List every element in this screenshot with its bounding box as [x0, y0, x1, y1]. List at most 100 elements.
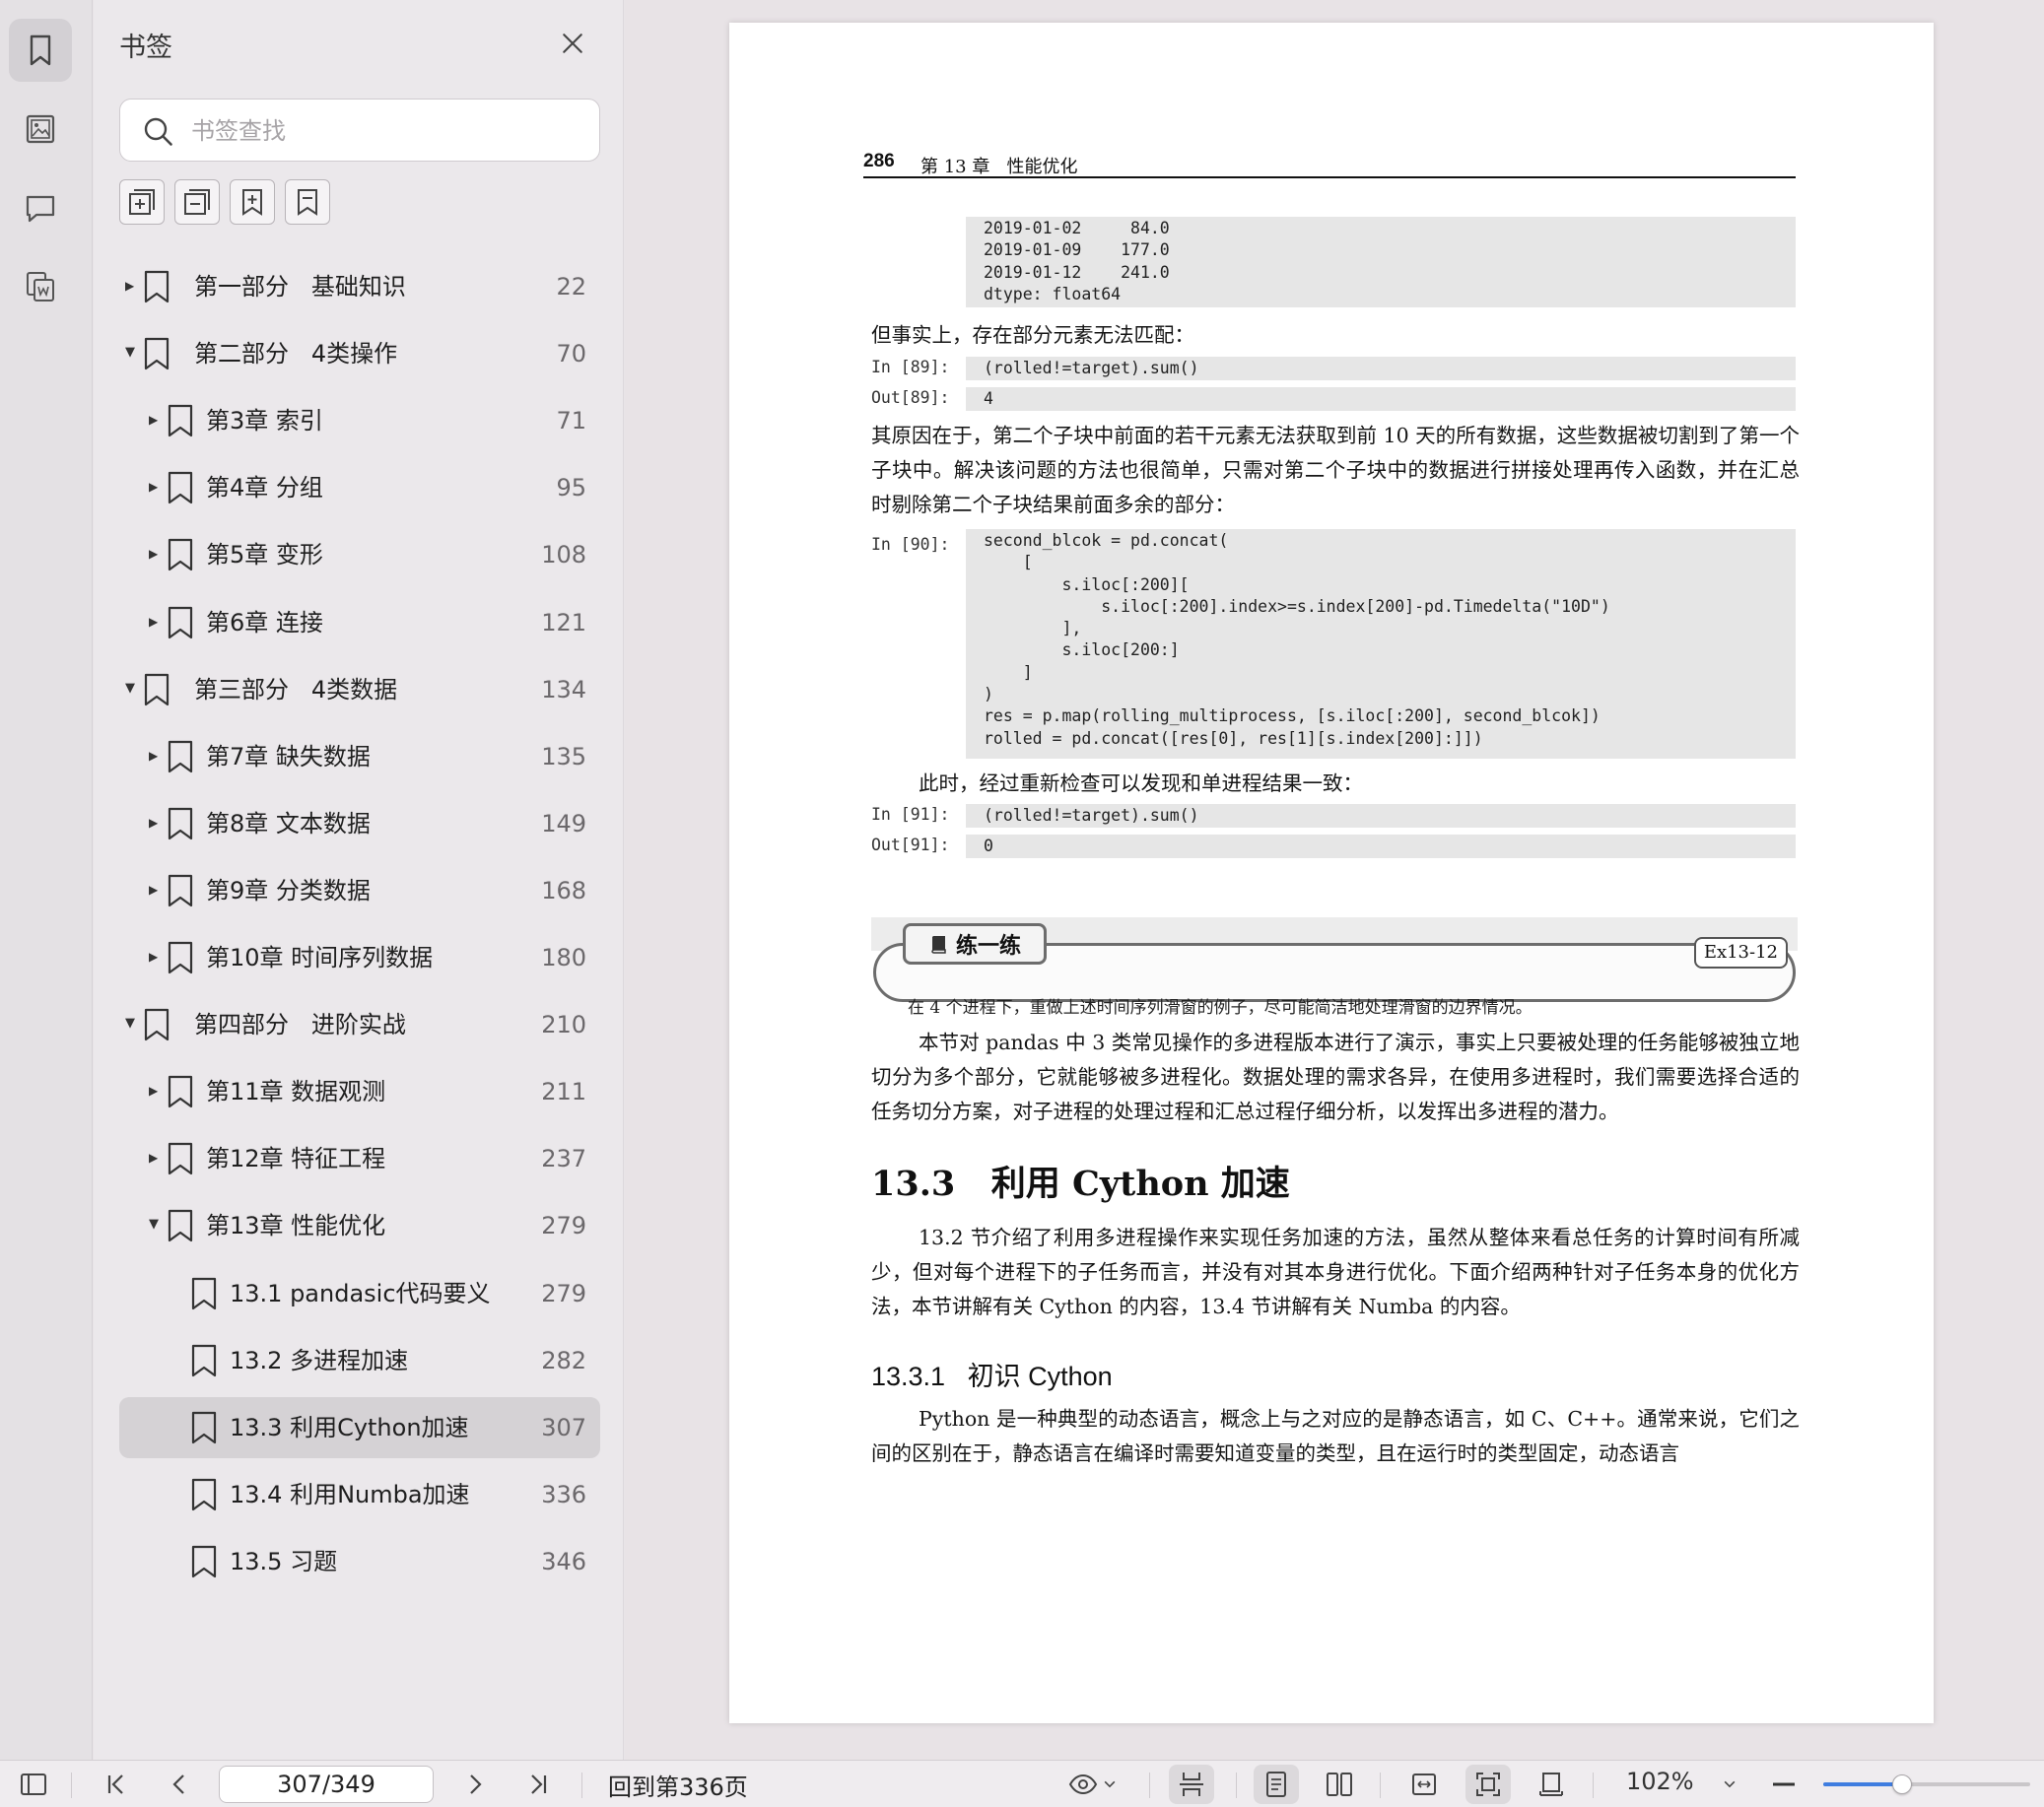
exercise-text: 在 4 个进程下，重做上述时间序列滑窗的例子，尽可能简洁地处理滑窗的边界情况。	[908, 998, 1533, 1018]
bookmark-page-number: 134	[541, 675, 586, 703]
zoom-dropdown-button[interactable]	[1715, 1765, 1744, 1804]
two-page-button[interactable]	[1317, 1765, 1362, 1804]
bookmark-item[interactable]: 13.4 利用Numba加速 336	[119, 1464, 600, 1525]
comment-panel-button[interactable]	[9, 176, 72, 239]
expand-all-button[interactable]	[119, 179, 165, 225]
zoom-slider[interactable]	[1823, 1774, 2030, 1794]
bookmark-item[interactable]: ▶ 第一部分 基础知识 22	[119, 256, 600, 317]
last-page-button[interactable]	[518, 1765, 558, 1804]
chevron-down-icon	[1724, 1780, 1736, 1788]
page-header: 286 第 13 章 性能优化	[863, 151, 1796, 178]
bookmark-icon	[144, 337, 170, 370]
bookmark-item[interactable]: 13.1 pandasic代码要义 279	[119, 1263, 600, 1324]
bookmark-icon	[144, 270, 170, 303]
bookmark-panel-button[interactable]	[9, 19, 72, 82]
bookmark-page-number: 70	[556, 340, 586, 368]
bookmark-page-number: 237	[541, 1145, 586, 1173]
paragraph: 本节对 pandas 中 3 类常见操作的多进程版本进行了演示，事实上只要被处理…	[871, 1031, 1800, 1123]
collapse-arrow-icon[interactable]: ▼	[125, 1012, 139, 1036]
thumbnail-panel-button[interactable]	[9, 98, 72, 161]
next-page-button[interactable]	[455, 1765, 495, 1804]
expand-arrow-icon[interactable]: ▶	[149, 744, 163, 768]
page-number-input[interactable]	[219, 1766, 434, 1803]
collapse-arrow-icon[interactable]: ▼	[125, 677, 139, 701]
chevron-right-icon	[470, 1774, 482, 1794]
expand-arrow-icon[interactable]: ▶	[149, 610, 163, 634]
close-panel-button[interactable]	[557, 28, 588, 59]
expand-arrow-icon[interactable]: ▶	[149, 408, 163, 432]
continuous-scroll-button[interactable]	[1169, 1765, 1214, 1804]
bookmark-page-number: 210	[541, 1011, 586, 1039]
bookmark-item[interactable]: ▶ 第4章 分组 95	[119, 457, 600, 518]
input-prompt: In [91]:	[871, 805, 950, 824]
bookmark-item[interactable]: ▶ 第11章 数据观测 211	[119, 1061, 600, 1122]
zoom-slider-fill	[1823, 1782, 1902, 1786]
zoom-out-button[interactable]	[1764, 1765, 1804, 1804]
expand-arrow-icon[interactable]: ▶	[125, 274, 139, 298]
bookmark-marker-button[interactable]	[285, 179, 330, 225]
view-mode-dropdown[interactable]	[1062, 1765, 1124, 1804]
fit-width-button[interactable]	[1401, 1765, 1447, 1804]
single-page-button[interactable]	[1254, 1765, 1299, 1804]
bookmark-item[interactable]: ▼ 第二部分 4类操作 70	[119, 323, 600, 384]
bookmark-label: 第5章 变形	[206, 541, 323, 569]
bookmark-item[interactable]: ▶ 第9章 分类数据 168	[119, 860, 600, 921]
go-back-link[interactable]: 回到第336页	[608, 1768, 748, 1802]
fit-page-button[interactable]	[1465, 1765, 1511, 1804]
first-page-button[interactable]	[97, 1765, 136, 1804]
expand-arrow-icon[interactable]: ▶	[149, 542, 163, 566]
bottom-toolbar: 回到第336页 102%	[0, 1760, 2044, 1807]
bookmark-item[interactable]: ▶ 第3章 索引 71	[119, 390, 600, 451]
expand-arrow-icon[interactable]: ▶	[149, 1146, 163, 1170]
bookmark-label: 第6章 连接	[206, 608, 323, 636]
input-prompt: In [90]:	[871, 535, 950, 554]
zoom-slider-handle[interactable]	[1891, 1774, 1912, 1794]
bookmark-item[interactable]: ▶ 第12章 特征工程 237	[119, 1128, 600, 1189]
bookmark-item[interactable]: ▼ 第四部分 进阶实战 210	[119, 994, 600, 1055]
paragraph: Python 是一种典型的动态语言，概念上与之对应的是静态语言，如 C、C++。…	[871, 1407, 1800, 1465]
search-icon	[144, 117, 172, 146]
expand-arrow-icon[interactable]: ▶	[149, 475, 163, 499]
bookmark-search-input[interactable]	[191, 109, 585, 153]
bookmark-label: 13.1 pandasic代码要义	[230, 1279, 491, 1307]
toggle-sidebar-button[interactable]	[14, 1765, 53, 1804]
expand-arrow-icon[interactable]: ▶	[149, 811, 163, 835]
bookmark-search-box	[119, 99, 600, 162]
collapse-arrow-icon[interactable]: ▼	[125, 341, 139, 365]
bookmark-item[interactable]: ▶ 第8章 文本数据 149	[119, 793, 600, 854]
bookmark-item[interactable]: 13.3 利用Cython加速 307	[119, 1396, 600, 1458]
previous-page-button[interactable]	[160, 1765, 199, 1804]
bookmark-item[interactable]: 13.5 习题 346	[119, 1531, 600, 1592]
expand-arrow-icon[interactable]: ▶	[149, 1079, 163, 1103]
bookmark-item[interactable]: ▶ 第6章 连接 121	[119, 592, 600, 653]
divider	[1593, 1773, 1594, 1798]
bookmark-label: 第8章 文本数据	[206, 809, 371, 837]
expand-arrow-icon[interactable]: ▶	[149, 945, 163, 969]
bookmark-item[interactable]: ▶ 第7章 缺失数据 135	[119, 726, 600, 787]
zoom-level[interactable]: 102%	[1626, 1768, 1694, 1795]
actual-size-icon	[1539, 1773, 1563, 1796]
add-bookmark-button[interactable]	[230, 179, 275, 225]
actual-size-button[interactable]	[1529, 1765, 1574, 1804]
code-output-block: 2019-01-02 84.0 2019-01-09 177.0 2019-01…	[966, 217, 1796, 307]
bookmark-icon	[168, 807, 193, 839]
expand-arrow-icon[interactable]: ▶	[149, 878, 163, 902]
bookmark-icon	[191, 1478, 217, 1510]
bookmark-page-number: 279	[541, 1212, 586, 1240]
first-page-icon	[107, 1774, 123, 1794]
bookmark-item[interactable]: ▼ 第三部分 4类数据 134	[119, 659, 600, 720]
collapse-arrow-icon[interactable]: ▼	[149, 1213, 163, 1237]
bookmark-icon	[168, 874, 193, 906]
bookmark-page-number: 71	[556, 407, 586, 435]
bookmark-item[interactable]: ▼ 第13章 性能优化 279	[119, 1195, 600, 1256]
paragraph: 13.2 节介绍了利用多进程操作来实现任务加速的方法，虽然从整体来看总任务的计算…	[871, 1226, 1800, 1318]
bookmark-item[interactable]: ▶ 第5章 变形 108	[119, 524, 600, 585]
collapse-all-button[interactable]	[174, 179, 220, 225]
header-chapter: 第 13 章 性能优化	[920, 157, 1078, 177]
document-viewport[interactable]: 286 第 13 章 性能优化 2019-01-02 84.0 2019-01-…	[625, 0, 2044, 1760]
bookmark-panel: 书签 ▶ 第一部分 基础知识 22 ▼ 第二部分 4类操作 70 ▶ 第3章 索引 71 ▶ 第4章…	[94, 0, 624, 1760]
extract-panel-button[interactable]	[9, 255, 72, 318]
bookmark-item[interactable]: ▶ 第10章 时间序列数据 180	[119, 927, 600, 988]
extract-text-icon	[27, 272, 54, 301]
bookmark-item[interactable]: 13.2 多进程加速 282	[119, 1330, 600, 1391]
